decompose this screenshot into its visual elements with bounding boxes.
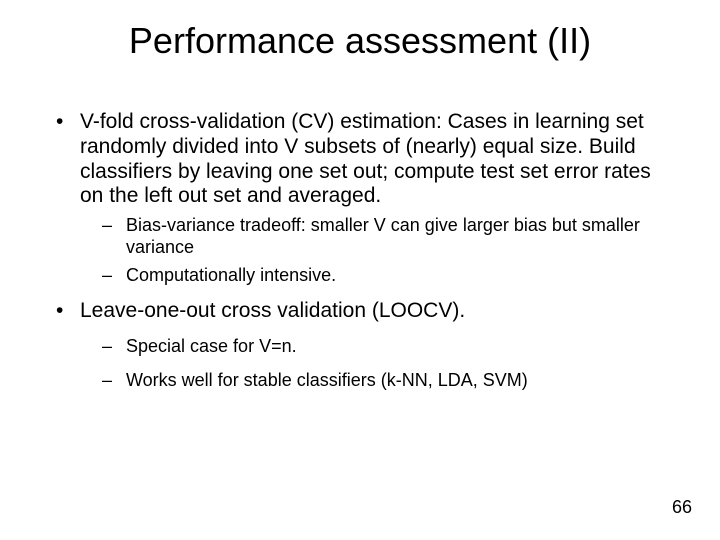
slide: Performance assessment (II) V-fold cross… [0, 0, 720, 540]
sub-bullet-text: Computationally intensive. [126, 265, 336, 285]
sub-bullet-text: Special case for V=n. [126, 336, 297, 356]
sub-bullet-list: Bias-variance tradeoff: smaller V can gi… [80, 215, 674, 287]
slide-title: Performance assessment (II) [0, 20, 720, 62]
sub-bullet-item: Bias-variance tradeoff: smaller V can gi… [80, 215, 674, 259]
bullet-text: V-fold cross-validation (CV) estimation:… [80, 110, 651, 207]
bullet-item: Leave-one-out cross validation (LOOCV). … [54, 299, 674, 392]
sub-bullet-text: Bias-variance tradeoff: smaller V can gi… [126, 215, 640, 257]
page-number: 66 [672, 497, 692, 518]
sub-bullet-text: Works well for stable classifiers (k-NN,… [126, 370, 528, 390]
sub-bullet-item: Computationally intensive. [80, 265, 674, 287]
bullet-text: Leave-one-out cross validation (LOOCV). [80, 299, 465, 322]
bullet-list: V-fold cross-validation (CV) estimation:… [54, 110, 674, 392]
sub-bullet-item: Special case for V=n. [80, 336, 674, 358]
sub-bullet-list: Special case for V=n. Works well for sta… [80, 336, 674, 392]
slide-body: V-fold cross-validation (CV) estimation:… [54, 110, 674, 404]
bullet-item: V-fold cross-validation (CV) estimation:… [54, 110, 674, 287]
sub-bullet-item: Works well for stable classifiers (k-NN,… [80, 370, 674, 392]
